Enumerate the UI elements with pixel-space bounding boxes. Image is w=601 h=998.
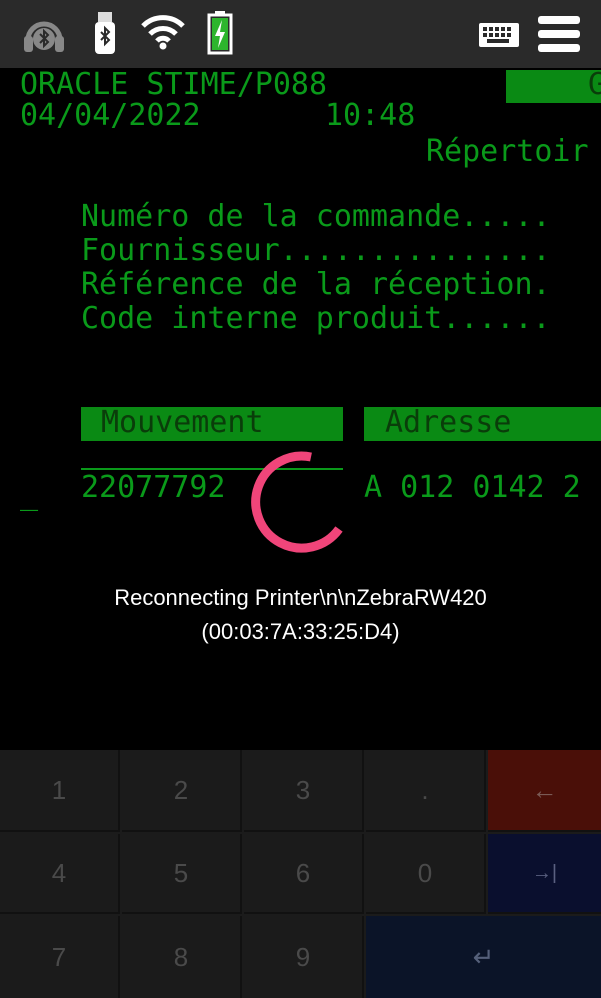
- row-movement-value[interactable]: 22077792: [81, 471, 226, 505]
- key-dot[interactable]: .: [366, 750, 486, 832]
- key-1[interactable]: 1: [0, 750, 120, 832]
- terminal-date: 04/04/2022: [20, 98, 201, 133]
- row-address-value: A 012 0142 2: [364, 470, 581, 505]
- terminal-time: 10:48: [325, 98, 416, 133]
- battery-charging-icon: [207, 11, 233, 55]
- key-6[interactable]: 6: [244, 834, 364, 914]
- tab-key[interactable]: →|: [488, 834, 601, 914]
- printer-address: (00:03:7A:33:25:D4): [201, 619, 400, 644]
- key-5[interactable]: 5: [122, 834, 242, 914]
- header-right-text: G: [588, 68, 601, 102]
- key-9[interactable]: 9: [244, 916, 364, 998]
- key-2[interactable]: 2: [122, 750, 242, 832]
- bluetooth-usb-icon: [95, 12, 115, 54]
- column-address-label: Adresse: [385, 405, 512, 440]
- row-cursor: _: [20, 477, 39, 512]
- section-title: Répertoir: [426, 134, 589, 169]
- numeric-keypad: 1 2 3 . ← 4 5 6 0 →| 7 8 9 ↵: [0, 750, 601, 998]
- field-order-number: Numéro de la commande.....: [81, 199, 551, 234]
- terminal-screen[interactable]: ORACLE STIME/P088 G 04/04/2022 10:48 Rép…: [0, 68, 601, 750]
- field-receipt-reference: Référence de la réception.: [81, 267, 551, 302]
- wifi-icon: [141, 15, 185, 50]
- key-8[interactable]: 8: [122, 916, 242, 998]
- header-right-box: [506, 70, 601, 103]
- status-bar: [0, 0, 601, 68]
- enter-key[interactable]: ↵: [366, 916, 601, 998]
- field-product-code: Code interne produit......: [81, 301, 551, 336]
- keyboard-icon[interactable]: [478, 22, 520, 48]
- field-supplier: Fournisseur...............: [81, 233, 551, 268]
- key-0[interactable]: 0: [366, 834, 486, 914]
- reconnecting-message: Reconnecting Printer\n\nZebraRW420: [114, 585, 487, 610]
- key-4[interactable]: 4: [0, 834, 120, 914]
- key-3[interactable]: 3: [244, 750, 364, 832]
- key-7[interactable]: 7: [0, 916, 120, 998]
- terminal-title: ORACLE STIME/P088: [20, 68, 328, 102]
- backspace-key[interactable]: ←: [488, 750, 601, 832]
- column-movement-label: Mouvement: [101, 405, 264, 440]
- loading-spinner-icon: [251, 451, 343, 553]
- menu-icon[interactable]: [536, 14, 582, 54]
- bluetooth-headset-icon: [24, 21, 64, 52]
